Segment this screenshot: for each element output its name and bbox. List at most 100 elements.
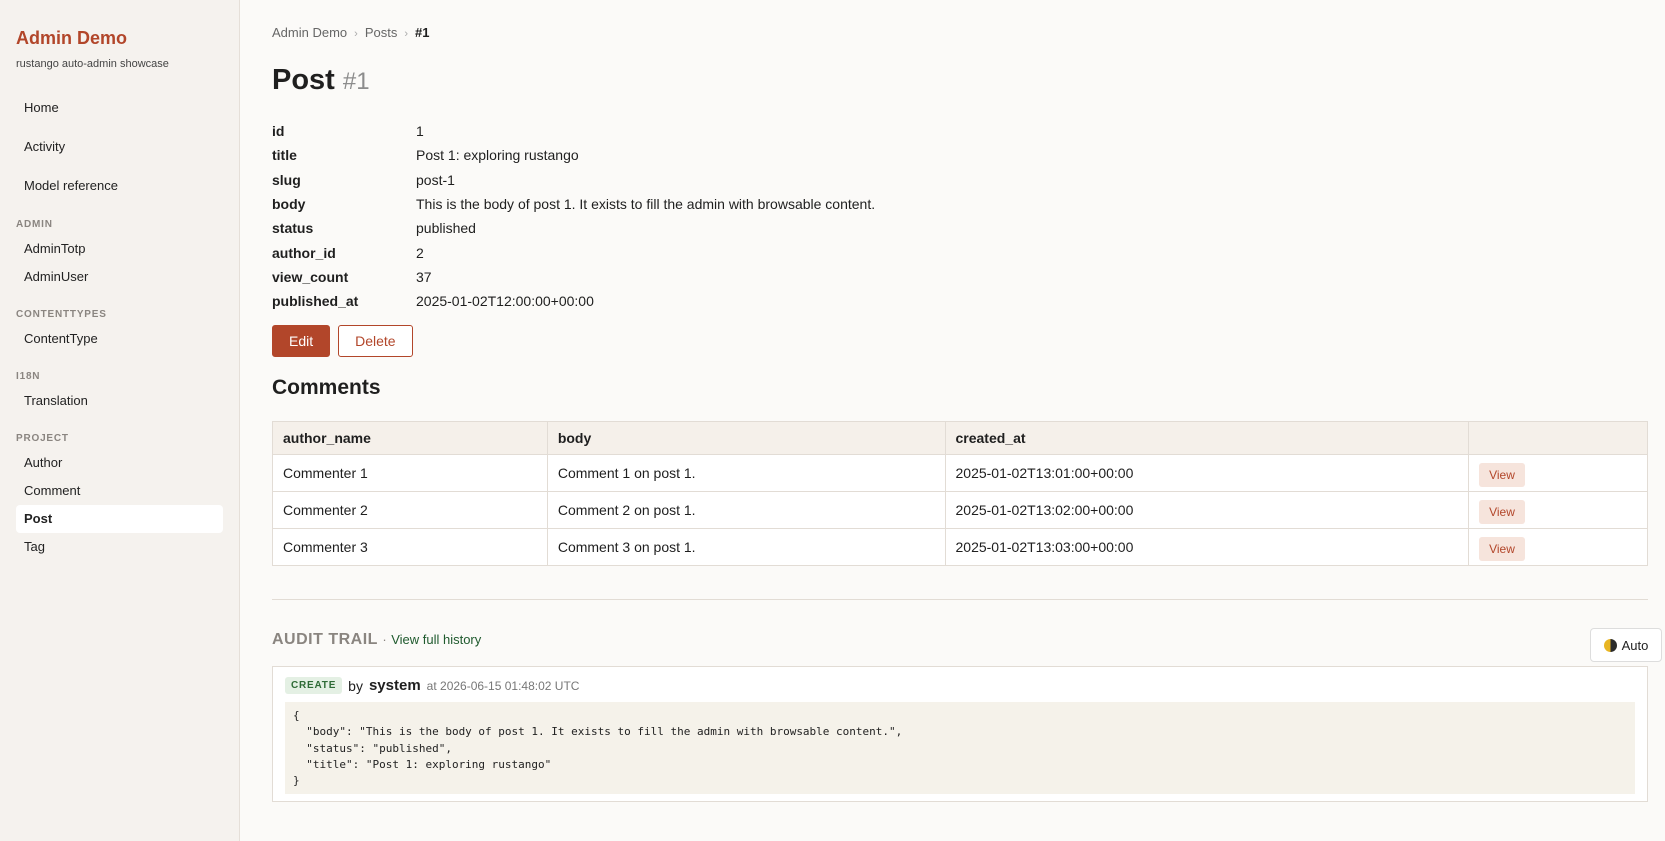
field-row: published_at 2025-01-02T12:00:00+00:00 bbox=[272, 289, 875, 313]
field-value: Post 1: exploring rustango bbox=[416, 147, 579, 164]
cell-actions: View bbox=[1468, 454, 1648, 492]
column-header-author-name[interactable]: author_name bbox=[272, 421, 548, 455]
field-row: body This is the body of post 1. It exist… bbox=[272, 192, 875, 216]
cell-author-name: Commenter 3 bbox=[272, 528, 548, 566]
table-row: Commenter 2 Comment 2 on post 1. 2025-01… bbox=[272, 491, 1648, 529]
sidebar-item-comment[interactable]: Comment bbox=[16, 477, 223, 505]
breadcrumb-root[interactable]: Admin Demo bbox=[272, 25, 347, 40]
field-key: published_at bbox=[272, 293, 359, 310]
column-header-body[interactable]: body bbox=[546, 421, 946, 455]
field-row: id 1 bbox=[272, 119, 875, 143]
cell-created-at: 2025-01-02T13:01:00+00:00 bbox=[944, 454, 1470, 492]
sidebar-group-label: PROJECT bbox=[16, 433, 69, 444]
field-row: slug post-1 bbox=[272, 168, 875, 192]
action-badge: CREATE bbox=[285, 677, 343, 694]
breadcrumb-separator: › bbox=[354, 28, 358, 40]
audit-trail-header: AUDIT TRAIL · View full history bbox=[272, 631, 481, 649]
field-value: 1 bbox=[416, 123, 424, 140]
sidebar-item-post[interactable]: Post bbox=[16, 505, 223, 533]
breadcrumb-posts[interactable]: Posts bbox=[365, 25, 398, 40]
theme-toggle-label: Auto bbox=[1621, 637, 1649, 653]
sidebar-item-contenttype[interactable]: ContentType bbox=[16, 325, 223, 353]
sidebar-item-home[interactable]: Home bbox=[16, 88, 223, 127]
field-row: author_id 2 bbox=[272, 240, 875, 264]
cell-body: Comment 2 on post 1. bbox=[546, 491, 946, 529]
half-moon-icon bbox=[1603, 638, 1617, 652]
field-row: status published bbox=[272, 216, 875, 240]
field-value: published bbox=[416, 220, 476, 237]
audit-trail-title: AUDIT TRAIL bbox=[272, 631, 378, 648]
sidebar-item-translation[interactable]: Translation bbox=[16, 387, 223, 415]
field-row: view_count 37 bbox=[272, 265, 875, 289]
cell-author-name: Commenter 2 bbox=[272, 491, 548, 529]
audit-entry: CREATE by system at 2026-06-15 01:48:02 … bbox=[272, 666, 1648, 802]
cell-author-name: Commenter 1 bbox=[272, 454, 548, 492]
sidebar-item-model-reference[interactable]: Model reference bbox=[16, 166, 223, 205]
page-title-id: #1 bbox=[342, 68, 370, 95]
field-key: slug bbox=[272, 171, 301, 188]
cell-body: Comment 3 on post 1. bbox=[546, 528, 946, 566]
breadcrumb: Admin Demo › Posts › #1 bbox=[272, 25, 429, 40]
column-header-actions bbox=[1468, 421, 1648, 455]
sidebar-group-contenttypes: CONTENTTYPES ContentType bbox=[16, 299, 223, 353]
breadcrumb-separator: › bbox=[404, 28, 408, 40]
view-full-history-link[interactable]: View full history bbox=[391, 632, 481, 647]
audit-json-diff: { "body": "This is the body of post 1. I… bbox=[285, 702, 1635, 794]
comments-table: author_name body created_at Commenter 1 … bbox=[272, 421, 1648, 566]
table-row: Commenter 3 Comment 3 on post 1. 2025-01… bbox=[272, 528, 1648, 566]
sidebar-item-activity[interactable]: Activity bbox=[16, 127, 223, 166]
cell-created-at: 2025-01-02T13:02:00+00:00 bbox=[944, 491, 1470, 529]
field-key: id bbox=[272, 123, 285, 140]
sidebar-top-nav: Home Activity Model reference bbox=[16, 88, 223, 205]
sidebar-group-admin: ADMIN AdminTotp AdminUser bbox=[16, 209, 223, 291]
breadcrumb-current: #1 bbox=[415, 25, 430, 40]
sidebar-item-author[interactable]: Author bbox=[16, 449, 223, 477]
sidebar-item-tag[interactable]: Tag bbox=[16, 533, 223, 561]
theme-toggle-button[interactable]: Auto bbox=[1590, 628, 1662, 662]
cell-created-at: 2025-01-02T13:03:00+00:00 bbox=[944, 528, 1470, 566]
table-row: Commenter 1 Comment 1 on post 1. 2025-01… bbox=[272, 454, 1648, 492]
cell-actions: View bbox=[1468, 491, 1648, 529]
sidebar-item-adminuser[interactable]: AdminUser bbox=[16, 263, 223, 291]
field-key: author_id bbox=[272, 244, 336, 261]
audit-timestamp: at 2026-06-15 01:48:02 UTC bbox=[426, 678, 580, 693]
record-actions: Edit Delete bbox=[272, 325, 413, 357]
field-value: post-1 bbox=[416, 171, 455, 188]
field-row: title Post 1: exploring rustango bbox=[272, 143, 875, 167]
audit-separator: · bbox=[382, 632, 387, 647]
field-value: 2025-01-02T12:00:00+00:00 bbox=[416, 293, 594, 310]
table-header-row: author_name body created_at bbox=[272, 421, 1648, 455]
sidebar-item-admintotp[interactable]: AdminTotp bbox=[16, 235, 223, 263]
view-button[interactable]: View bbox=[1479, 499, 1525, 524]
field-key: view_count bbox=[272, 268, 349, 285]
column-header-created-at[interactable]: created_at bbox=[944, 421, 1470, 455]
sidebar-group-label: CONTENTTYPES bbox=[16, 309, 107, 320]
comments-heading: Comments bbox=[272, 376, 381, 399]
section-divider bbox=[272, 599, 1648, 600]
field-key: body bbox=[272, 196, 306, 213]
detail-fields: id 1 title Post 1: exploring rustango slug… bbox=[272, 119, 875, 313]
view-button[interactable]: View bbox=[1479, 536, 1525, 561]
view-button[interactable]: View bbox=[1479, 462, 1525, 487]
brand-subtitle: rustango auto-admin showcase bbox=[16, 58, 169, 70]
sidebar-group-label: ADMIN bbox=[16, 219, 53, 230]
sidebar: Admin Demo rustango auto-admin showcase … bbox=[0, 0, 240, 841]
audit-by-label: by bbox=[348, 677, 363, 694]
delete-button[interactable]: Delete bbox=[338, 325, 413, 357]
sidebar-group-i18n: I18N Translation bbox=[16, 361, 223, 415]
sidebar-group-label: I18N bbox=[16, 371, 41, 382]
field-key: title bbox=[272, 147, 297, 164]
field-value: 37 bbox=[416, 268, 432, 285]
sidebar-group-project: PROJECT Author Comment Post Tag bbox=[16, 423, 223, 561]
page-title: Post #1 bbox=[272, 64, 370, 97]
audit-entry-meta: CREATE by system at 2026-06-15 01:48:02 … bbox=[285, 677, 1635, 694]
field-value: This is the body of post 1. It exists to… bbox=[416, 196, 876, 213]
brand-title[interactable]: Admin Demo bbox=[16, 28, 223, 49]
field-value: 2 bbox=[416, 244, 424, 261]
edit-button[interactable]: Edit bbox=[272, 325, 331, 357]
field-key: status bbox=[272, 220, 314, 237]
audit-user: system bbox=[368, 677, 421, 694]
cell-body: Comment 1 on post 1. bbox=[546, 454, 946, 492]
cell-actions: View bbox=[1468, 528, 1648, 566]
page-title-text: Post bbox=[272, 64, 335, 96]
